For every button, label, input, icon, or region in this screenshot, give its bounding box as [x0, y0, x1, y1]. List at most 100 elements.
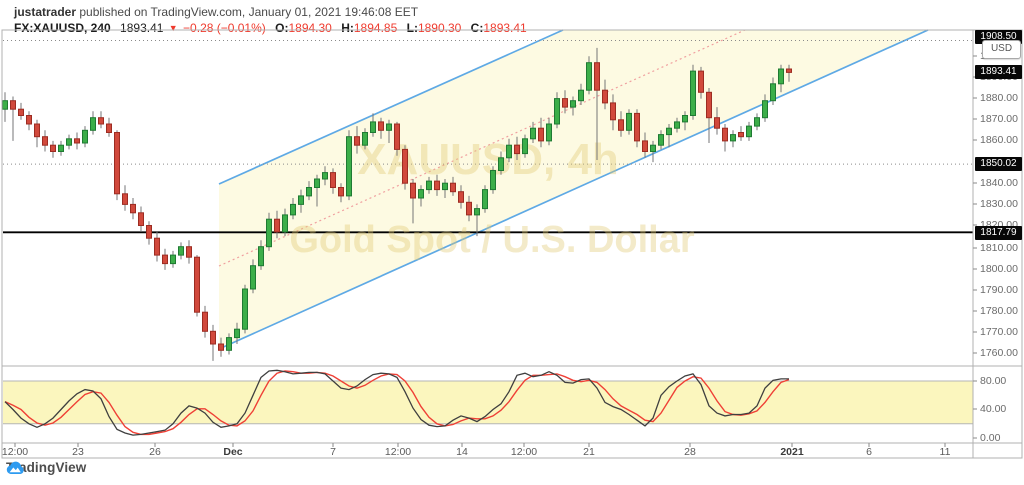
candle: [323, 173, 328, 179]
candle: [627, 113, 632, 130]
time-axis-label: 2021: [780, 446, 803, 458]
price-axis-label: 1810.00: [980, 242, 1018, 254]
candle: [339, 188, 344, 196]
candle: [779, 69, 784, 84]
candle: [435, 181, 440, 190]
price-axis-label: 1800.00: [980, 263, 1018, 275]
time-axis-label: 14: [456, 446, 468, 458]
candle: [451, 183, 456, 192]
candle: [371, 122, 376, 133]
price-axis-label: 1860.00: [980, 134, 1018, 146]
candle: [683, 116, 688, 122]
candle: [643, 141, 648, 152]
oscillator-axis-label: 80.00: [980, 375, 1006, 387]
candle: [163, 255, 168, 264]
candle: [307, 188, 312, 196]
candle: [379, 122, 384, 130]
candle: [75, 139, 80, 143]
candle: [251, 266, 256, 289]
candle: [547, 124, 552, 141]
candle: [67, 139, 72, 145]
price-axis-label: 1790.00: [980, 284, 1018, 296]
price-axis-label: 1770.00: [980, 326, 1018, 338]
price-axis-label: 1840.00: [980, 177, 1018, 189]
candle: [747, 126, 752, 137]
candle: [315, 179, 320, 188]
candle: [91, 118, 96, 131]
candle: [363, 133, 368, 146]
candle: [387, 124, 392, 130]
candle: [59, 145, 64, 151]
price-axis-label: 1870.00: [980, 113, 1018, 125]
candle: [427, 181, 432, 190]
candle: [11, 101, 16, 110]
time-axis-label: 26: [149, 446, 161, 458]
candle: [267, 219, 272, 247]
candle: [355, 137, 360, 146]
price-badge: 1893.41: [975, 65, 1022, 79]
candle: [227, 338, 232, 351]
candle: [531, 128, 536, 139]
chart-plot-area[interactable]: XAUUSD, 4hGold Spot / U.S. Dollar: [0, 0, 1024, 485]
candle: [443, 183, 448, 189]
candle: [707, 92, 712, 117]
price-badge: 1817.79: [975, 226, 1022, 240]
candle: [659, 135, 664, 146]
candle: [763, 101, 768, 118]
candle: [667, 128, 672, 134]
candle: [107, 124, 112, 133]
candle: [275, 219, 280, 232]
candle: [635, 113, 640, 140]
candle: [459, 192, 464, 203]
time-axis-label: 11: [940, 446, 951, 458]
tradingview-cloud-icon: [6, 460, 25, 475]
time-axis-label: 28: [684, 446, 696, 458]
candle: [499, 158, 504, 171]
time-axis-label: 12:00: [385, 446, 411, 458]
candle: [35, 124, 40, 137]
price-axis-label: 1760.00: [980, 347, 1018, 359]
candle: [699, 71, 704, 92]
candle: [507, 145, 512, 158]
candle: [331, 173, 336, 188]
candle: [587, 63, 592, 90]
candle: [515, 145, 520, 153]
candle: [19, 109, 24, 115]
candle: [27, 116, 32, 125]
time-axis-label: 12:00: [2, 446, 28, 458]
candle: [155, 238, 160, 255]
tradingview-logo[interactable]: TradingView: [6, 460, 86, 475]
candle: [211, 331, 216, 344]
candle: [283, 215, 288, 232]
currency-toggle-button[interactable]: USD: [982, 40, 1021, 59]
candle: [147, 226, 152, 239]
candle: [771, 84, 776, 101]
candle: [731, 135, 736, 141]
candle: [83, 130, 88, 143]
candle: [203, 312, 208, 331]
price-axis-label: 1830.00: [980, 198, 1018, 210]
candle: [243, 289, 248, 329]
candle: [563, 99, 568, 108]
candle: [491, 171, 496, 190]
candle: [723, 128, 728, 141]
candle: [131, 204, 136, 212]
candle: [259, 247, 264, 266]
candle: [787, 69, 792, 72]
candle: [171, 255, 176, 264]
candle: [603, 90, 608, 103]
candle: [755, 118, 760, 126]
tradingview-snapshot: justatrader published on TradingView.com…: [0, 0, 1024, 485]
price-axis-label: 1880.00: [980, 92, 1018, 104]
candle: [235, 329, 240, 337]
candle: [123, 194, 128, 205]
candle: [347, 137, 352, 196]
candle: [651, 145, 656, 151]
candle: [179, 247, 184, 255]
candle: [395, 124, 400, 149]
candle: [579, 90, 584, 101]
candle: [3, 101, 8, 110]
candle: [715, 118, 720, 129]
time-axis-label: 23: [72, 446, 84, 458]
candle: [523, 139, 528, 154]
